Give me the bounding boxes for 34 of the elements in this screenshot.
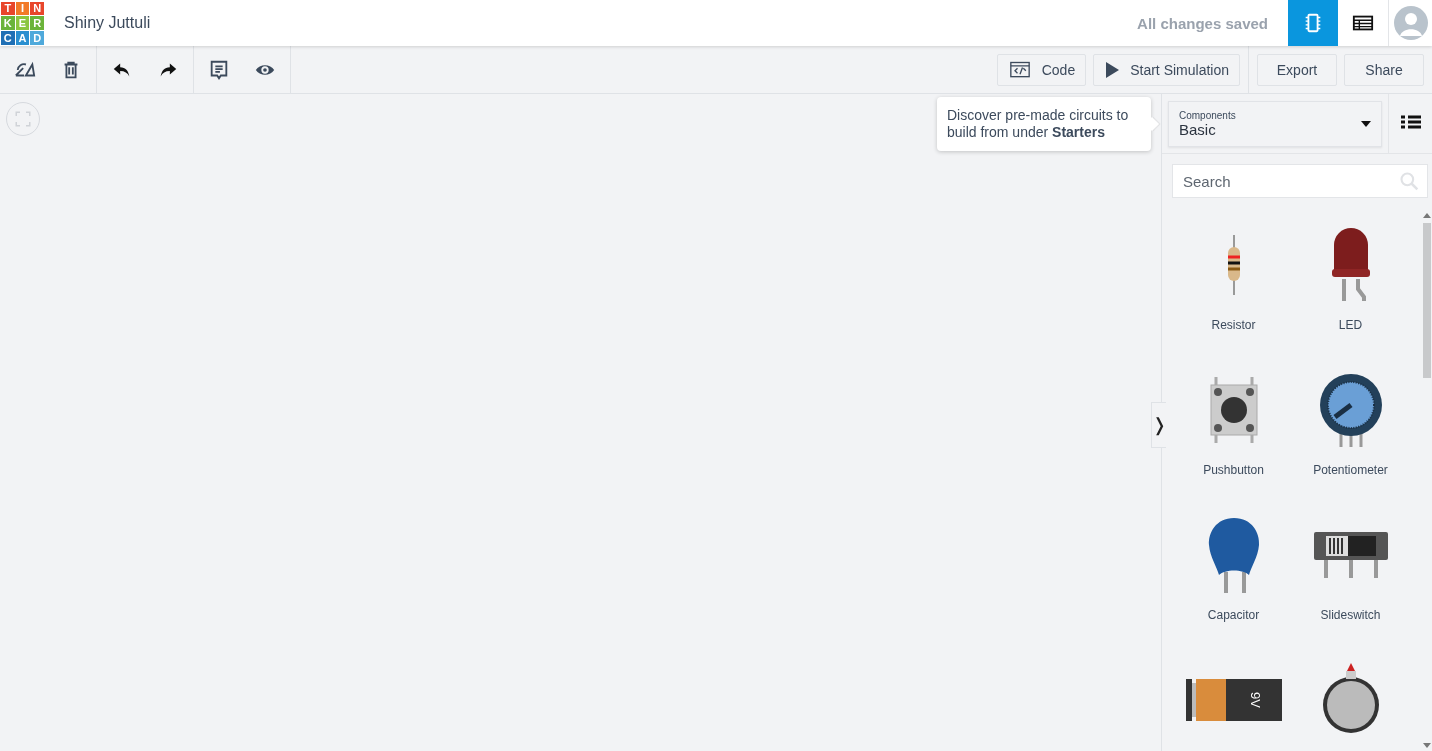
scroll-up-icon[interactable] <box>1423 212 1431 218</box>
component-name: Potentiometer <box>1313 463 1388 477</box>
scroll-down-icon[interactable] <box>1423 743 1431 749</box>
view-toggle-button[interactable] <box>1288 0 1338 46</box>
component-name: Resistor <box>1211 318 1256 332</box>
tooltip-text: Discover pre-made circuits to build from under Starters <box>947 107 1129 140</box>
save-status: All changes saved <box>1137 14 1268 32</box>
search-field[interactable]: Search <box>1172 164 1428 198</box>
battery-drawing: 9V <box>1185 677 1282 723</box>
pushbutton-drawing <box>1209 377 1258 443</box>
note-icon <box>208 58 230 81</box>
component-name: Capacitor <box>1207 608 1260 622</box>
component-name: Pushbutton <box>1203 463 1264 477</box>
scrollbar-thumb[interactable] <box>1423 223 1431 378</box>
view-toggle-button[interactable] <box>1338 0 1388 46</box>
components-dropdown[interactable]: Components Basic <box>1168 100 1383 147</box>
collapse-panel-button[interactable]: ❭ <box>1151 402 1166 448</box>
toolbar-button[interactable]: Export <box>1257 53 1337 86</box>
resistor-drawing <box>1225 235 1242 295</box>
code-icon <box>1007 59 1032 80</box>
toolbar-button[interactable]: Share <box>1344 53 1424 86</box>
component-name: Slideswitch <box>1320 608 1381 622</box>
tinkercad-logo[interactable]: T I N K E R C A D <box>1 1 44 45</box>
code-button[interactable]: Code <box>996 53 1087 86</box>
caret-icon <box>1361 120 1372 127</box>
dropdown-label: Components <box>1179 109 1237 121</box>
play-icon <box>1104 60 1121 79</box>
search-icon <box>1399 171 1419 191</box>
component-name: LED <box>1338 318 1363 332</box>
simulate-button[interactable]: Start Simulation <box>1093 53 1240 86</box>
dropdown-value: Basic <box>1179 120 1216 138</box>
project-title[interactable]: Shiny Juttuli <box>64 14 1138 32</box>
fit-view-icon <box>14 110 32 128</box>
search-input[interactable]: Search <box>1181 171 1399 191</box>
